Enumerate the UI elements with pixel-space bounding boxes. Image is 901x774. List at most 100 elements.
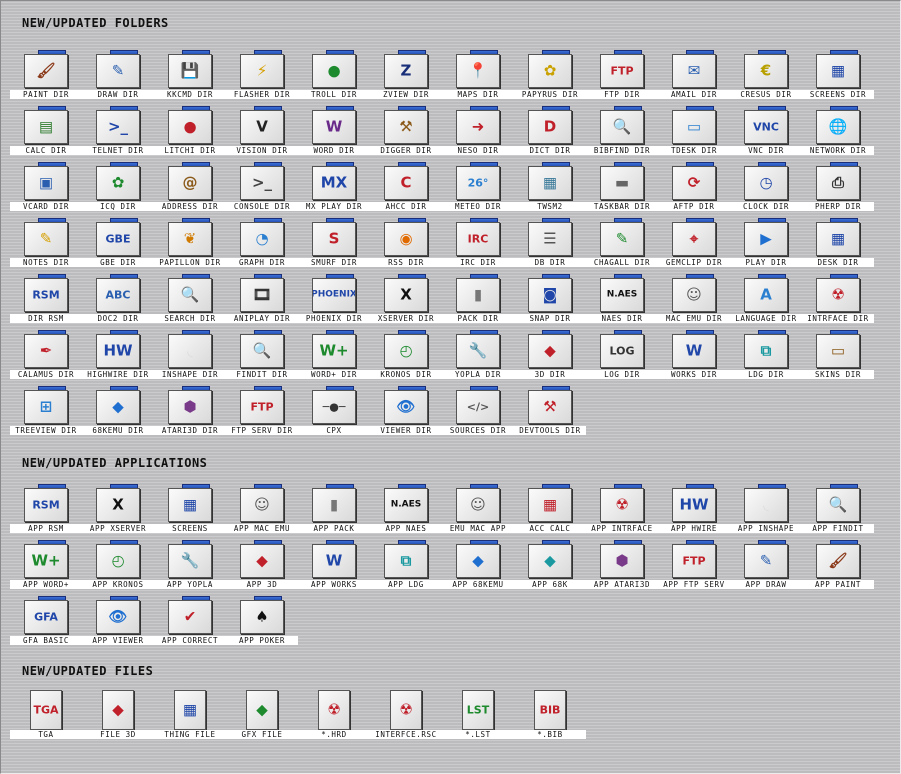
icon-label[interactable]: APP 68KEMU bbox=[442, 580, 514, 589]
folder-item[interactable]: ● TROLL DIR bbox=[298, 50, 370, 106]
wordplus-icon[interactable]: W+ bbox=[309, 330, 357, 370]
folder-item[interactable]: Z ZVIEW DIR bbox=[370, 50, 442, 106]
wrench-icon[interactable]: 🔧 bbox=[453, 330, 501, 370]
works-icon[interactable]: W bbox=[669, 330, 717, 370]
icon-label[interactable]: VNC DIR bbox=[730, 146, 802, 155]
chagall-icon[interactable]: ✎ bbox=[597, 218, 645, 258]
app-item[interactable]: ⬢ APP ATARI3D bbox=[586, 540, 658, 596]
icon-label[interactable]: INTRFACE DIR bbox=[802, 314, 874, 323]
icon-label[interactable]: DEVTOOLS DIR bbox=[514, 426, 586, 435]
icon-label[interactable]: *.LST bbox=[442, 730, 514, 739]
folder-item[interactable]: 🌐 NETWORK DIR bbox=[802, 106, 874, 162]
icon-label[interactable]: APP ATARI3D bbox=[586, 580, 658, 589]
icon-label[interactable]: TELNET DIR bbox=[82, 146, 154, 155]
icon-label[interactable]: AHCC DIR bbox=[370, 202, 442, 211]
icon-label[interactable]: MAPS DIR bbox=[442, 90, 514, 99]
icon-label[interactable]: VISION DIR bbox=[226, 146, 298, 155]
icon-label[interactable]: WORKS DIR bbox=[658, 370, 730, 379]
folder-item[interactable]: 🔧 YOPLA DIR bbox=[442, 330, 514, 386]
icon-label[interactable]: *.BIB bbox=[514, 730, 586, 739]
icon-label[interactable]: APP INTRFACE bbox=[586, 524, 658, 533]
app-item[interactable]: ◆ APP 68KEMU bbox=[442, 540, 514, 596]
icon-label[interactable]: DIGGER DIR bbox=[370, 146, 442, 155]
icon-label[interactable]: PAPILLON DIR bbox=[154, 258, 226, 267]
app-item[interactable]: 🔍 APP FINDIT bbox=[802, 484, 874, 540]
zview-icon[interactable]: Z bbox=[381, 50, 429, 90]
folder-item[interactable]: D DICT DIR bbox=[514, 106, 586, 162]
folder-item[interactable]: ☢ INTRFACE DIR bbox=[802, 274, 874, 330]
icon-label[interactable]: APP PACK bbox=[298, 524, 370, 533]
app-item[interactable]: ▦ ACC CALC bbox=[514, 484, 586, 540]
folder-item[interactable]: 🔍 FINDIT DIR bbox=[226, 330, 298, 386]
icon-label[interactable]: GEMCLIP DIR bbox=[658, 258, 730, 267]
mac-icon[interactable]: ☺ bbox=[669, 274, 717, 314]
icon-label[interactable]: DESK DIR bbox=[802, 258, 874, 267]
stopwatch-app-icon[interactable]: ◴ bbox=[93, 540, 141, 580]
app-item[interactable]: FTP APP FTP SERV bbox=[658, 540, 730, 596]
taskbar-icon[interactable]: ▬ bbox=[597, 162, 645, 202]
icon-label[interactable]: ZVIEW DIR bbox=[370, 90, 442, 99]
file-item[interactable]: LST *.LST bbox=[442, 690, 514, 746]
folder-item[interactable]: ⬢ ATARI3D DIR bbox=[154, 386, 226, 442]
icon-label[interactable]: CLOCK DIR bbox=[730, 202, 802, 211]
icon-label[interactable]: SCREENS DIR bbox=[802, 90, 874, 99]
screens-icon[interactable]: ▦ bbox=[813, 50, 861, 90]
mac-app-icon[interactable]: ☺ bbox=[237, 484, 285, 524]
naes-icon[interactable]: N.AES bbox=[597, 274, 645, 314]
folder-item[interactable]: C AHCC DIR bbox=[370, 162, 442, 218]
slider-icon[interactable]: ─●─ bbox=[309, 386, 357, 426]
icon-label[interactable]: 68KEMU DIR bbox=[82, 426, 154, 435]
folder-item[interactable]: ▭ SKINS DIR bbox=[802, 330, 874, 386]
icon-label[interactable]: SNAP DIR bbox=[514, 314, 586, 323]
language-icon[interactable]: A bbox=[741, 274, 789, 314]
file-item[interactable]: ☢ INTERFCE.RSC bbox=[370, 690, 442, 746]
icon-label[interactable]: GRAPH DIR bbox=[226, 258, 298, 267]
vnc-icon[interactable]: VNC bbox=[741, 106, 789, 146]
folder-item[interactable]: ● LITCHI DIR bbox=[154, 106, 226, 162]
dictionary-icon[interactable]: D bbox=[525, 106, 573, 146]
icon-label[interactable]: VCARD DIR bbox=[10, 202, 82, 211]
icon-label[interactable]: SOURCES DIR bbox=[442, 426, 514, 435]
code-icon[interactable]: </> bbox=[453, 386, 501, 426]
aftp-icon[interactable]: ⟳ bbox=[669, 162, 717, 202]
folder-item[interactable]: ABC DOC2 DIR bbox=[82, 274, 154, 330]
folder-item[interactable]: MX MX PLAY DIR bbox=[298, 162, 370, 218]
icon-label[interactable]: CONSOLE DIR bbox=[226, 202, 298, 211]
icon-label[interactable]: ACC CALC bbox=[514, 524, 586, 533]
zip-icon[interactable]: ▮ bbox=[453, 274, 501, 314]
folder-item[interactable]: ⟳ AFTP DIR bbox=[658, 162, 730, 218]
icon-label[interactable]: DICT DIR bbox=[514, 146, 586, 155]
icon-label[interactable]: APP VIEWER bbox=[82, 636, 154, 645]
inshape-app-icon[interactable]: ◟ bbox=[741, 484, 789, 524]
app-item[interactable]: W APP WORKS bbox=[298, 540, 370, 596]
folder-item[interactable]: 📍 MAPS DIR bbox=[442, 50, 514, 106]
3d-app-icon[interactable]: ◆ bbox=[237, 540, 285, 580]
icon-label[interactable]: TREEVIEW DIR bbox=[10, 426, 82, 435]
icon-label[interactable]: LITCHI DIR bbox=[154, 146, 226, 155]
folder-item[interactable]: >_ TELNET DIR bbox=[82, 106, 154, 162]
desk-icon[interactable]: ▦ bbox=[813, 218, 861, 258]
folder-item[interactable]: ◙ SNAP DIR bbox=[514, 274, 586, 330]
ahcc-icon[interactable]: C bbox=[381, 162, 429, 202]
folder-item[interactable]: @ ADDRESS DIR bbox=[154, 162, 226, 218]
folder-item[interactable]: ✿ ICQ DIR bbox=[82, 162, 154, 218]
mxplay-icon[interactable]: MX bbox=[309, 162, 357, 202]
icon-label[interactable]: FLASHER DIR bbox=[226, 90, 298, 99]
icon-label[interactable]: APP 68K bbox=[514, 580, 586, 589]
icon-label[interactable]: ADDRESS DIR bbox=[154, 202, 226, 211]
folder-item[interactable]: ◟ INSHAPE DIR bbox=[154, 330, 226, 386]
icon-label[interactable]: FTP DIR bbox=[586, 90, 658, 99]
paintbrush-icon[interactable]: 🖌 bbox=[21, 50, 69, 90]
mac-emu-app-icon[interactable]: ☺ bbox=[453, 484, 501, 524]
cresus-icon[interactable]: € bbox=[741, 50, 789, 90]
icon-label[interactable]: NETWORK DIR bbox=[802, 146, 874, 155]
folder-item[interactable]: ▦ TWSM2 bbox=[514, 162, 586, 218]
app-item[interactable]: GFA GFA BASIC bbox=[10, 596, 82, 652]
icon-label[interactable]: WORD+ DIR bbox=[298, 370, 370, 379]
irc-icon[interactable]: IRC bbox=[453, 218, 501, 258]
folder-item[interactable]: ◴ KRONOS DIR bbox=[370, 330, 442, 386]
icon-label[interactable]: PAPYRUS DIR bbox=[514, 90, 586, 99]
gemclip-icon[interactable]: ⌖ bbox=[669, 218, 717, 258]
tree-icon[interactable]: ⊞ bbox=[21, 386, 69, 426]
wordplus-app-icon[interactable]: W+ bbox=[21, 540, 69, 580]
